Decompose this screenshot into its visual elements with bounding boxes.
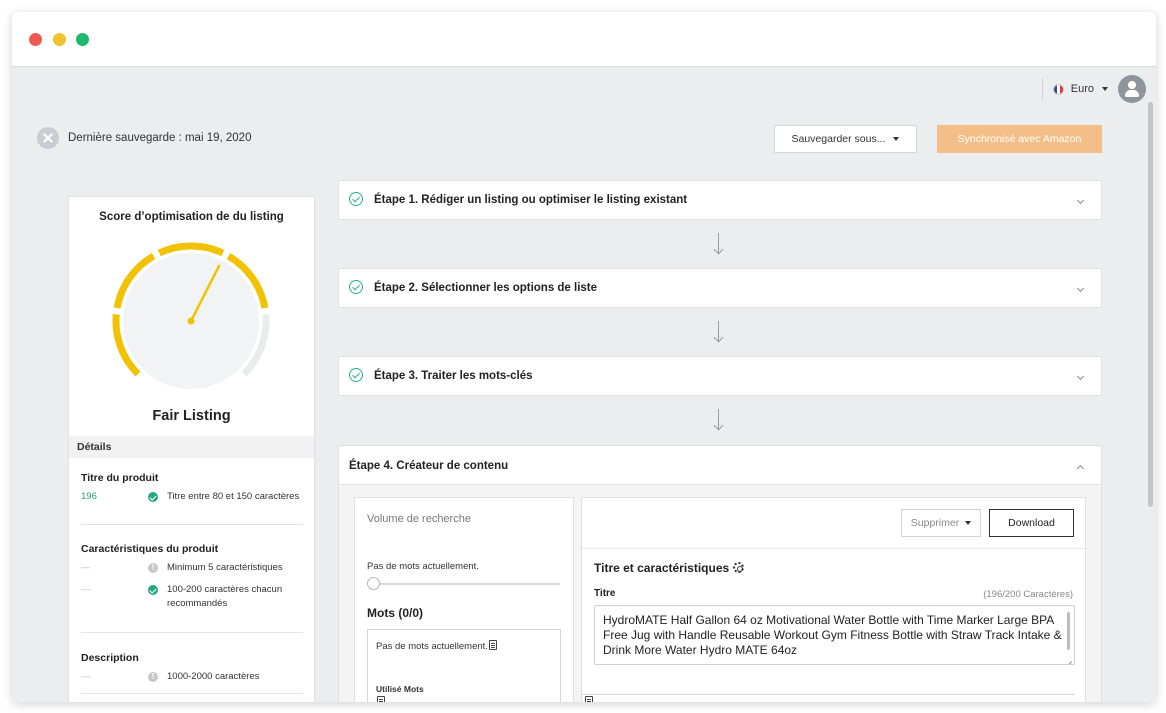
criterion-text: 1000-2000 caractères xyxy=(167,671,260,682)
details-header: Détails xyxy=(69,436,314,458)
gear-icon[interactable] xyxy=(733,562,745,573)
step-3-header[interactable]: Étape 3. Traiter les mots-clés xyxy=(338,356,1102,396)
step-3-label: Étape 3. Traiter les mots-clés xyxy=(374,370,533,382)
save-as-label: Sauvegarder sous... xyxy=(791,133,886,145)
title-features-heading: Titre et caractéristiques xyxy=(594,561,745,575)
download-button[interactable]: Download xyxy=(989,509,1074,537)
save-status: Dernière sauvegarde : mai 19, 2020 xyxy=(37,127,251,149)
section-heading: Titre du produit xyxy=(81,472,159,484)
criterion-row: — Minimum 5 caractéristiques xyxy=(81,561,303,575)
copy-icon[interactable] xyxy=(585,696,593,702)
save-as-dropdown[interactable]: Sauvegarder sous... xyxy=(774,125,917,153)
criterion-value: 196 xyxy=(81,491,97,502)
info-icon xyxy=(148,670,158,684)
content-editor-panel: Supprimer Download Titre et caractéristi… xyxy=(581,497,1086,702)
chevron-up-icon[interactable] xyxy=(1076,464,1085,473)
chevron-down-icon[interactable] xyxy=(1076,284,1085,293)
search-volume-label: Volume de recherche xyxy=(367,513,471,525)
delete-dropdown[interactable]: Supprimer xyxy=(901,509,981,537)
flag-icon xyxy=(1052,83,1064,95)
check-icon xyxy=(148,492,158,502)
content-creator-area: Volume de recherche Pas de mots actuelle… xyxy=(339,484,1101,702)
page-scrollbar[interactable] xyxy=(1148,102,1153,507)
check-icon xyxy=(148,585,158,595)
optimization-score-panel: Score d’optimisation de du listing Fair … xyxy=(68,196,315,702)
words-heading: Mots (0/0) xyxy=(367,606,424,620)
words-box: Pas de mots actuellement. Utilisé Mots xyxy=(367,629,561,702)
caret-down-icon xyxy=(965,521,972,525)
divider xyxy=(81,524,303,525)
content-toolbar: Supprimer Download xyxy=(582,498,1085,549)
volume-slider-track[interactable] xyxy=(372,583,560,585)
criterion-value: — xyxy=(81,562,91,573)
title-text: HydroMATE Half Gallon 64 oz Motivational… xyxy=(603,613,1062,657)
criterion-row: — 1000-2000 caractères xyxy=(81,670,303,684)
description-section: Description — 1000-2000 caractères xyxy=(81,652,303,684)
criterion-text: Titre entre 80 et 150 caractères xyxy=(167,491,300,502)
close-icon[interactable] xyxy=(37,127,59,149)
used-words-label: Utilisé Mots xyxy=(376,684,424,694)
score-label: Fair Listing xyxy=(152,408,231,424)
divider xyxy=(1041,78,1043,100)
maximize-window-icon[interactable] xyxy=(76,33,89,46)
info-icon xyxy=(148,561,158,575)
close-window-icon[interactable] xyxy=(29,33,42,46)
arrow-down-icon xyxy=(713,409,725,431)
app-window: Euro Dernière sauvegarde : mai 19, 2020 … xyxy=(12,12,1156,702)
divider xyxy=(582,694,1075,695)
criterion-row: 196 Titre entre 80 et 150 caractères xyxy=(81,490,303,504)
copy-icon[interactable] xyxy=(488,640,497,650)
check-circle-icon xyxy=(349,192,363,206)
score-title: Score d’optimisation de du listing xyxy=(99,211,284,223)
gauge-hub xyxy=(187,317,195,325)
delete-label: Supprimer xyxy=(910,517,960,529)
step-2-header[interactable]: Étape 2. Sélectionner les options de lis… xyxy=(338,268,1102,308)
keywords-panel: Volume de recherche Pas de mots actuelle… xyxy=(354,497,574,702)
account-bar: Euro xyxy=(1041,75,1146,103)
criterion-value: — xyxy=(81,584,91,595)
divider xyxy=(81,693,303,694)
user-icon[interactable] xyxy=(1118,75,1146,103)
minimize-window-icon[interactable] xyxy=(53,33,66,46)
product-features-section: Caractéristiques du produit — Minimum 5 … xyxy=(81,543,303,611)
title-textarea[interactable]: HydroMATE Half Gallon 64 oz Motivational… xyxy=(594,605,1075,665)
caret-down-icon xyxy=(893,137,900,141)
step-4-panel: Étape 4. Créateur de contenu Volume de r… xyxy=(338,445,1102,702)
title-field-label: Titre xyxy=(594,588,616,599)
chevron-down-icon[interactable] xyxy=(1076,372,1085,381)
chevron-down-icon[interactable] xyxy=(1076,196,1085,205)
arrow-down-icon xyxy=(713,233,725,255)
step-4-label[interactable]: Étape 4. Créateur de contenu xyxy=(349,460,508,472)
step-1-label: Étape 1. Rédiger un listing ou optimiser… xyxy=(374,194,688,206)
window-titlebar xyxy=(12,12,1156,67)
words-box-text: Pas de mots actuellement. xyxy=(376,640,497,652)
criterion-row: — 100-200 caractères chacun recommandés xyxy=(81,583,303,611)
last-saved-text: Dernière sauvegarde : mai 19, 2020 xyxy=(68,132,252,144)
product-title-section: Titre du produit 196 Titre entre 80 et 1… xyxy=(81,472,303,504)
arrow-down-icon xyxy=(713,321,725,343)
section-heading: Caractéristiques du produit xyxy=(81,543,219,555)
caret-down-icon[interactable] xyxy=(1102,87,1108,91)
step-2-label: Étape 2. Sélectionner les options de lis… xyxy=(374,282,598,294)
sync-amazon-button[interactable]: Synchronisé avec Amazon xyxy=(937,125,1102,153)
volume-slider-handle[interactable] xyxy=(367,577,380,590)
currency-select[interactable]: Euro xyxy=(1071,83,1094,95)
title-features-label: Titre et caractéristiques xyxy=(594,561,730,575)
words-box-label: Pas de mots actuellement. xyxy=(376,641,488,652)
copy-icon[interactable] xyxy=(377,696,385,702)
check-circle-icon xyxy=(349,280,363,294)
criterion-value: — xyxy=(81,671,91,682)
criterion-text: 100-200 caractères chacun recommandés xyxy=(167,584,283,609)
title-char-count: (196/200 Caractères) xyxy=(983,589,1073,600)
criterion-text: Minimum 5 caractéristiques xyxy=(167,562,283,573)
textarea-scrollbar[interactable] xyxy=(1067,612,1070,650)
resize-handle-icon[interactable] xyxy=(1064,654,1072,662)
no-words-text: Pas de mots actuellement. xyxy=(367,561,479,572)
step-1-header[interactable]: Étape 1. Rédiger un listing ou optimiser… xyxy=(338,180,1102,220)
check-circle-icon xyxy=(349,368,363,382)
score-gauge xyxy=(112,242,270,389)
section-heading: Description xyxy=(81,652,139,664)
gauge-segment xyxy=(157,242,225,257)
divider xyxy=(81,632,303,633)
